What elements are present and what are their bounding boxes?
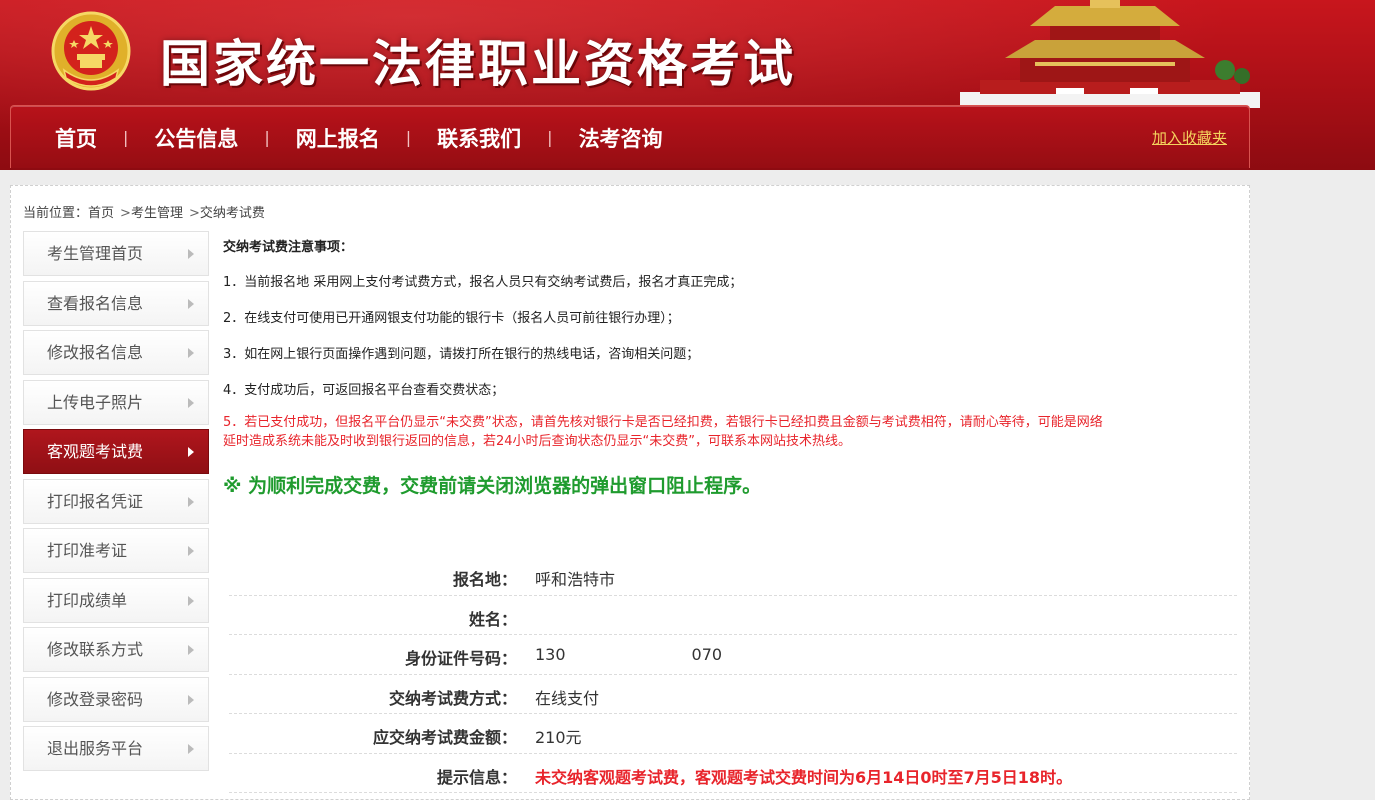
sidebar-item-label: 上传电子照片	[47, 392, 144, 412]
payment-info-table: 报名地： 呼和浩特市 姓名： 身份证件号码： 130 070 交纳考试费方式： 在…	[229, 556, 1237, 793]
chevron-right-icon	[188, 744, 194, 754]
chevron-right-icon	[188, 348, 194, 358]
sidebar-item-change-password[interactable]: 修改登录密码	[23, 676, 209, 722]
nav-separator: |	[264, 128, 270, 147]
info-value: 210元	[535, 728, 582, 747]
notice-warning-line: 延时造成系统未能及时收到银行返回的信息，若24小时后查询状态仍显示“未交费”，可…	[223, 434, 852, 449]
main-panel: 当前位置：首页 >考生管理 >交纳考试费 考生管理首页 查看报名信息 修改报名信息 …	[10, 185, 1250, 800]
sidebar-item-edit-contact[interactable]: 修改联系方式	[23, 627, 209, 672]
site-header: 国家统一法律职业资格考试 首页 | 公告信息 | 网上报名 | 联系我们 | 法…	[0, 0, 1375, 170]
sidebar-menu: 考生管理首页 查看报名信息 修改报名信息 上传电子照片 客观题考试费 打印报名凭…	[23, 231, 209, 776]
nav-consult[interactable]: 法考咨询	[579, 123, 663, 153]
chevron-right-icon	[188, 595, 194, 606]
site-title: 国家统一法律职业资格考试	[160, 35, 796, 93]
chevron-right-icon	[188, 249, 194, 259]
nav-separator: |	[405, 128, 412, 147]
breadcrumb-current: 交纳考试费	[199, 206, 265, 221]
breadcrumb-candidate-mgmt[interactable]: 考生管理	[131, 206, 183, 221]
info-value: 呼和浩特市	[535, 570, 616, 589]
chevron-right-icon	[188, 397, 194, 408]
breadcrumb-separator: >	[120, 206, 131, 221]
main-nav: 首页 | 公告信息 | 网上报名 | 联系我们 | 法考咨询 加入收藏夹	[10, 105, 1250, 168]
notice-warning: 5．若已支付成功，但报名平台仍显示“未交费”状态，请首先核对银行卡是否已经扣费，…	[223, 413, 1233, 451]
breadcrumb-separator: >	[188, 206, 200, 221]
chevron-right-icon	[188, 447, 194, 457]
breadcrumb-prefix: 当前位置：	[23, 206, 89, 221]
sidebar-item-label: 客观题考试费	[47, 442, 144, 461]
sidebar-item-label: 考生管理首页	[47, 244, 144, 263]
nav-separator: |	[123, 128, 129, 147]
sidebar-item-label: 打印成绩单	[47, 590, 128, 610]
nav-announcements[interactable]: 公告信息	[154, 123, 238, 153]
info-row-name: 姓名：	[229, 596, 1237, 635]
fee-notice: 交纳考试费注意事项： 1．当前报名地 采用网上支付考试费方式，报名人员只有交纳考…	[223, 236, 1233, 498]
national-emblem-icon	[51, 11, 131, 91]
sidebar-item-print-transcript[interactable]: 打印成绩单	[23, 577, 209, 623]
info-row-fee-amount: 应交纳考试费金额： 210元	[229, 714, 1237, 754]
popup-blocker-tip: ※ 为顺利完成交费，交费前请关闭浏览器的弹出窗口阻止程序。	[223, 475, 762, 497]
sidebar-item-upload-photo[interactable]: 上传电子照片	[23, 379, 209, 425]
chevron-right-icon	[188, 694, 194, 705]
notice-warning-line: 5．若已支付成功，但报名平台仍显示“未交费”状态，请首先核对银行卡是否已经扣费，…	[223, 415, 1103, 430]
sidebar-item-logout[interactable]: 退出服务平台	[23, 726, 209, 771]
add-favorite-link[interactable]: 加入收藏夹	[1152, 127, 1227, 148]
info-label: 报名地：	[452, 570, 517, 589]
sidebar-item-label: 修改报名信息	[47, 343, 144, 362]
info-label: 提示信息：	[436, 767, 517, 787]
notice-item: 4．支付成功后，可返回报名平台查看交费状态；	[223, 383, 505, 398]
chevron-right-icon	[188, 298, 194, 309]
nav-separator: |	[547, 128, 553, 147]
breadcrumb-home[interactable]: 首页	[88, 206, 114, 221]
notice-title: 交纳考试费注意事项：	[223, 240, 354, 255]
sidebar-item-label: 退出服务平台	[47, 739, 144, 758]
sidebar-item-candidate-home[interactable]: 考生管理首页	[23, 231, 209, 276]
id-number-tail: 070	[691, 645, 723, 664]
info-label: 交纳考试费方式：	[388, 688, 517, 708]
sidebar-item-view-registration[interactable]: 查看报名信息	[23, 280, 209, 326]
sidebar-item-label: 打印报名凭证	[47, 491, 144, 511]
notice-item: 3．如在网上银行页面操作遇到问题，请拨打所在银行的热线电话，咨询相关问题；	[223, 347, 700, 362]
chevron-right-icon	[188, 496, 194, 507]
breadcrumb: 当前位置：首页 >考生管理 >交纳考试费	[23, 202, 265, 221]
nav-online-registration[interactable]: 网上报名	[296, 123, 380, 153]
sidebar-item-label: 修改登录密码	[47, 689, 144, 709]
info-value: 130 070	[535, 645, 722, 664]
sidebar-item-print-admission-ticket[interactable]: 打印准考证	[23, 528, 209, 573]
info-value: 在线支付	[535, 688, 600, 708]
info-row-notice: 提示信息： 未交纳客观题考试费，客观题考试交费时间为6月14日0时至7月5日18…	[229, 754, 1237, 793]
info-row-location: 报名地： 呼和浩特市	[229, 556, 1237, 596]
tiananmen-gate-icon	[960, 0, 1260, 108]
nav-home[interactable]: 首页	[55, 123, 97, 153]
chevron-right-icon	[188, 546, 194, 556]
sidebar-item-edit-registration[interactable]: 修改报名信息	[23, 330, 209, 375]
info-label: 姓名：	[468, 609, 517, 629]
sidebar-item-print-registration-voucher[interactable]: 打印报名凭证	[23, 478, 209, 524]
chevron-right-icon	[188, 645, 194, 655]
notice-item: 1．当前报名地 采用网上支付考试费方式，报名人员只有交纳考试费后，报名才真正完成…	[223, 275, 743, 290]
notice-item: 2．在线支付可使用已开通网银支付功能的银行卡（报名人员可前往银行办理）；	[223, 311, 680, 326]
payment-status-message: 未交纳客观题考试费，客观题考试交费时间为6月14日0时至7月5日18时。	[535, 767, 1073, 787]
nav-contact[interactable]: 联系我们	[437, 123, 521, 153]
info-row-id-number: 身份证件号码： 130 070	[229, 635, 1237, 675]
sidebar-item-label: 打印准考证	[47, 541, 128, 560]
info-row-payment-method: 交纳考试费方式： 在线支付	[229, 675, 1237, 714]
id-number-head: 130	[535, 645, 566, 664]
info-label: 应交纳考试费金额：	[372, 728, 517, 747]
sidebar-item-label: 修改联系方式	[47, 640, 144, 659]
sidebar-item-objective-exam-fee[interactable]: 客观题考试费	[23, 429, 209, 474]
info-label: 身份证件号码：	[404, 649, 517, 668]
sidebar-item-label: 查看报名信息	[47, 293, 144, 313]
